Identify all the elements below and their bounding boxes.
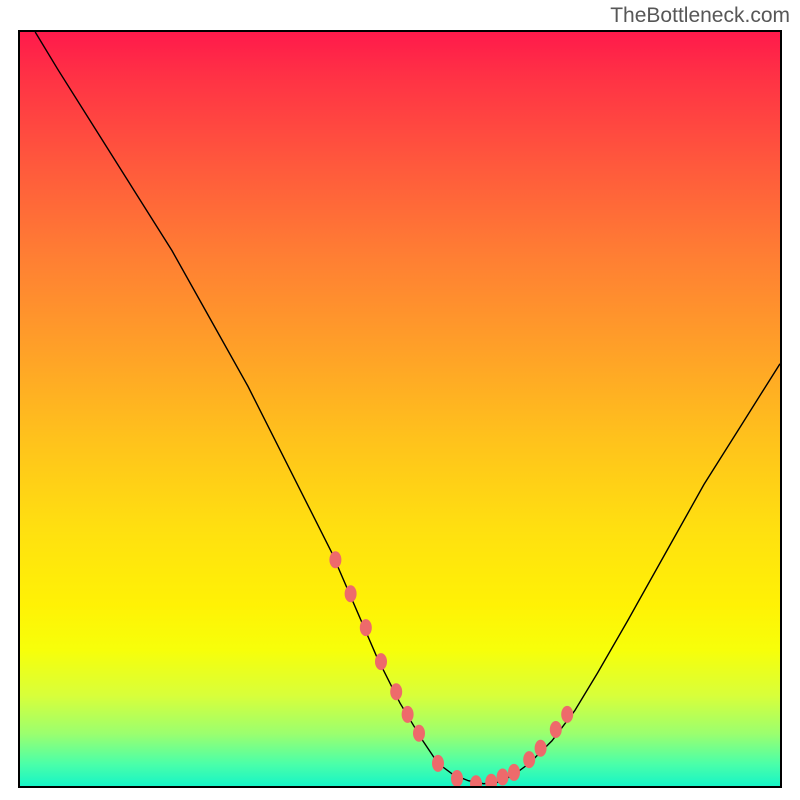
highlight-dot: [523, 751, 535, 768]
highlight-dot: [535, 740, 547, 757]
highlight-dot: [375, 653, 387, 670]
highlight-dot: [508, 764, 520, 781]
watermark-text: TheBottleneck.com: [610, 4, 790, 28]
highlight-dot: [497, 768, 509, 785]
chart-container: TheBottleneck.com: [0, 0, 800, 800]
plot-area: [18, 30, 782, 788]
highlight-dot: [550, 721, 562, 738]
trough-dots: [329, 551, 573, 786]
highlight-dot: [451, 770, 463, 786]
highlight-dot: [329, 551, 341, 568]
highlight-dot: [360, 619, 372, 636]
highlight-dot: [402, 706, 414, 723]
highlight-dot: [432, 755, 444, 772]
highlight-dot: [470, 775, 482, 786]
highlight-dot: [413, 725, 425, 742]
highlight-dot: [390, 683, 402, 700]
curve-svg: [20, 32, 780, 786]
bottleneck-curve: [35, 32, 780, 784]
highlight-dot: [485, 774, 497, 786]
highlight-dot: [561, 706, 573, 723]
highlight-dot: [345, 585, 357, 602]
